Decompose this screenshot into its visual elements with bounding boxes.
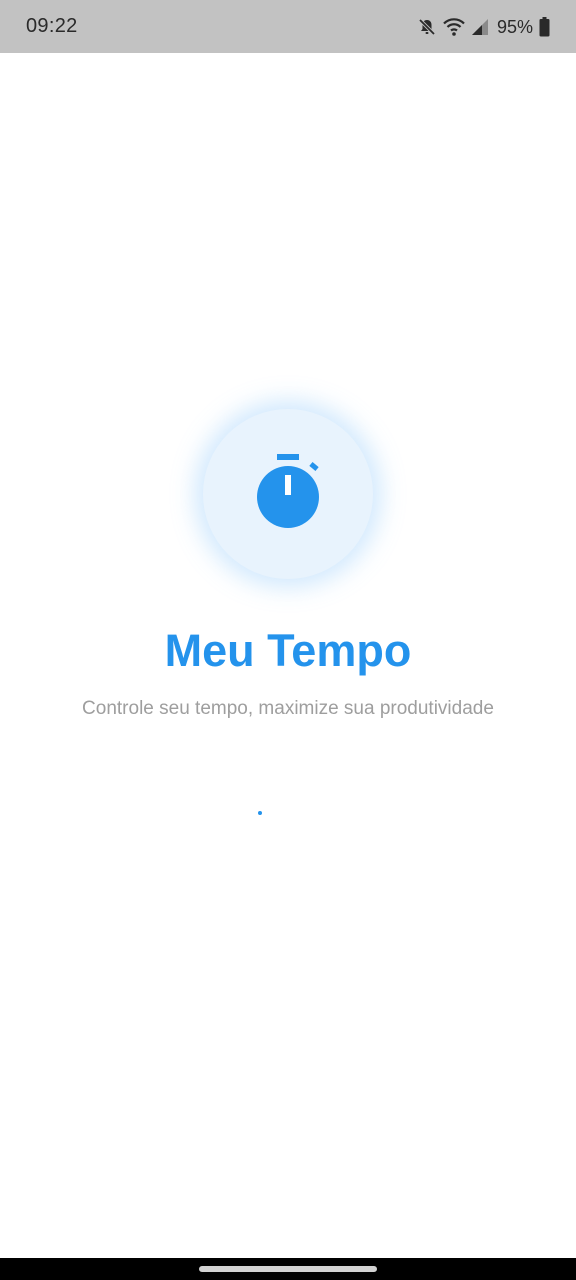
cell-signal-icon — [471, 18, 489, 36]
mute-icon — [417, 17, 437, 37]
battery-percent: 95% — [496, 16, 533, 37]
battery-icon — [539, 17, 550, 37]
home-indicator[interactable] — [199, 1266, 377, 1272]
status-bar: 09:22 95% — [0, 0, 576, 53]
app-title: Meu Tempo — [164, 625, 412, 676]
app-logo — [203, 409, 373, 579]
status-time: 09:22 — [26, 15, 78, 37]
navigation-bar — [0, 1258, 576, 1280]
app-subtitle: Controle seu tempo, maximize sua produti… — [82, 698, 494, 719]
loading-indicator — [258, 811, 262, 815]
splash-screen: Meu Tempo Controle seu tempo, maximize s… — [0, 53, 576, 1258]
status-icons: 95% — [417, 14, 550, 40]
wifi-icon — [443, 17, 465, 37]
